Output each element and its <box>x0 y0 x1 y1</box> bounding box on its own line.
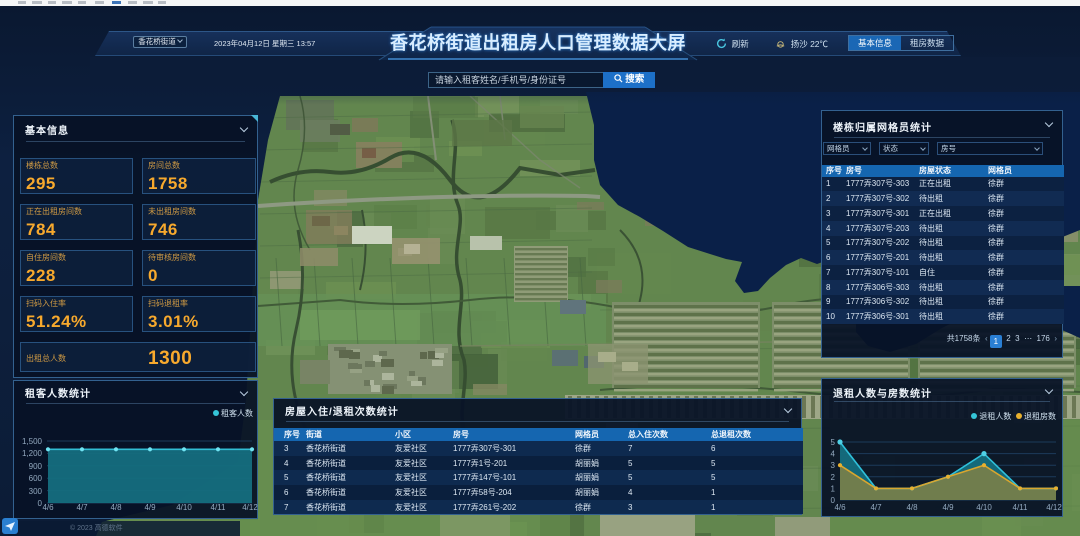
svg-text:4/8: 4/8 <box>906 503 918 512</box>
svg-text:4: 4 <box>831 450 836 459</box>
svg-text:600: 600 <box>29 474 43 483</box>
svg-text:4/7: 4/7 <box>76 503 88 512</box>
svg-text:4/8: 4/8 <box>110 503 122 512</box>
svg-text:4/9: 4/9 <box>942 503 954 512</box>
svg-text:4/11: 4/11 <box>1013 503 1029 512</box>
svg-text:4/6: 4/6 <box>42 503 54 512</box>
svg-text:3: 3 <box>831 461 836 470</box>
svg-text:2: 2 <box>831 473 836 482</box>
svg-text:4/6: 4/6 <box>834 503 846 512</box>
svg-text:4/11: 4/11 <box>211 503 227 512</box>
svg-text:1,500: 1,500 <box>22 437 43 446</box>
svg-text:300: 300 <box>29 487 43 496</box>
svg-text:5: 5 <box>831 438 836 447</box>
svg-text:1,200: 1,200 <box>22 449 43 458</box>
svg-text:4/7: 4/7 <box>870 503 882 512</box>
svg-text:4/10: 4/10 <box>176 503 192 512</box>
svg-text:1: 1 <box>831 484 836 493</box>
svg-text:4/9: 4/9 <box>144 503 156 512</box>
svg-text:900: 900 <box>29 462 43 471</box>
svg-text:4/12: 4/12 <box>1046 503 1062 512</box>
svg-text:4/12: 4/12 <box>242 503 258 512</box>
svg-text:4/10: 4/10 <box>976 503 992 512</box>
